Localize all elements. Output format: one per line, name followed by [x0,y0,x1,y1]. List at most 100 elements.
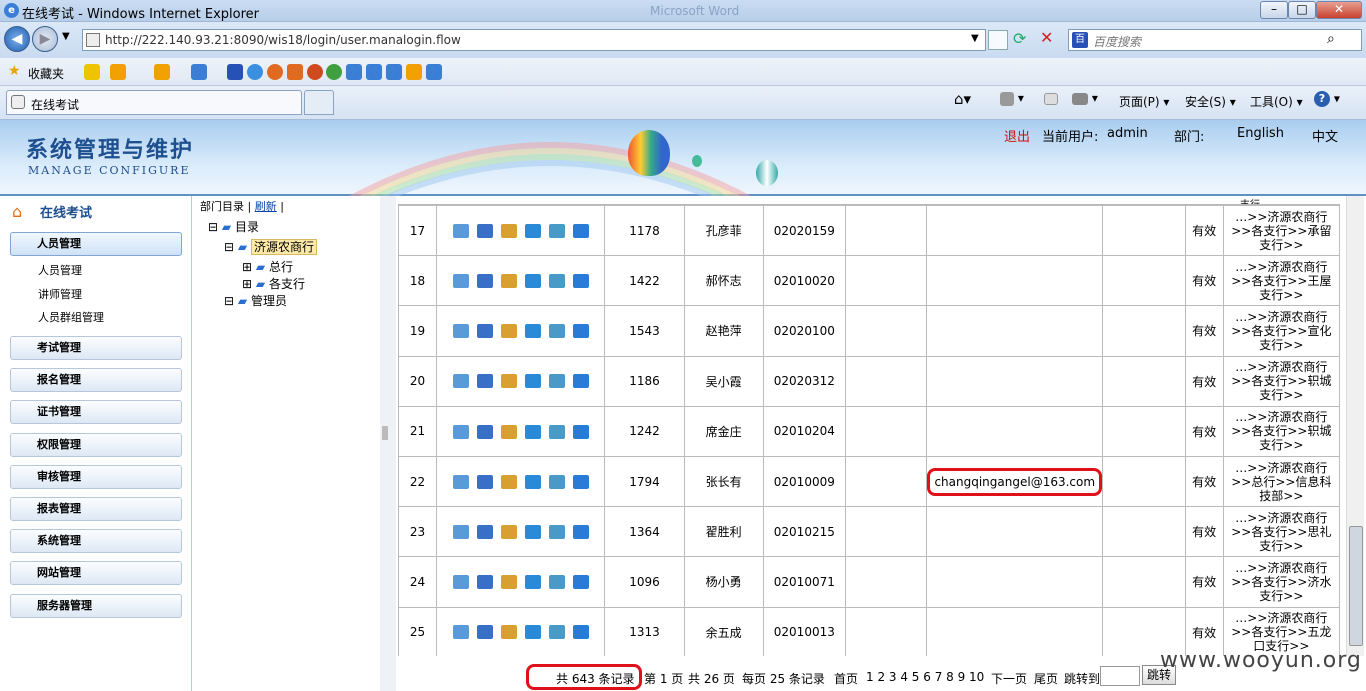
copy-icon[interactable] [524,474,541,489]
favorites-label[interactable]: 收藏夹 [28,65,64,82]
view-icon[interactable] [476,274,493,289]
add-favorite-icon[interactable] [84,64,100,80]
home-icon[interactable]: ⌂▾ [954,90,971,108]
calendar-icon[interactable] [548,274,565,289]
link-icon-1[interactable] [247,64,264,80]
calendar-icon[interactable] [548,474,565,489]
delete-icon[interactable] [572,274,589,289]
vertical-scrollbar[interactable] [1346,196,1364,656]
edit-icon[interactable] [500,324,517,339]
tab-active[interactable]: 在线考试 [6,90,302,115]
edit-icon[interactable] [500,424,517,439]
goto-page-input[interactable] [1100,666,1140,686]
link-icon-4[interactable] [306,64,323,80]
splitter-handle[interactable] [380,196,396,691]
delete-icon[interactable] [572,223,589,238]
link-icon-5[interactable] [326,64,343,80]
safety-menu[interactable]: 安全(S) ▾ [1185,93,1236,110]
print-icon[interactable]: ▾ [1072,91,1098,105]
tree-admin[interactable]: ⊟ ▰ 管理员 [224,292,287,309]
page-number-links[interactable]: 1 2 3 4 5 6 7 8 9 10 [866,670,984,684]
first-page-link[interactable]: 首页 [834,670,858,687]
search-icon[interactable]: ⌕ [1327,31,1335,47]
bing-icon-2[interactable] [153,64,170,80]
minimize-button[interactable]: – [1260,1,1288,19]
mail-icon[interactable] [1044,91,1058,105]
link-icon-9[interactable] [405,64,422,80]
forward-button[interactable]: ▶ [32,26,58,52]
key-icon[interactable] [452,524,469,539]
link-icon-7[interactable] [366,64,383,80]
address-dropdown-icon[interactable]: ▼ [971,33,979,44]
refresh-icon[interactable]: ⟳ [1013,29,1026,48]
history-dropdown-icon[interactable]: ▼ [62,31,70,42]
menu-report[interactable]: 报表管理 [10,497,182,521]
collapse-arrow-icon[interactable] [382,426,388,440]
link-icon-3[interactable] [286,64,303,80]
ie-link-icon[interactable] [191,64,208,80]
view-icon[interactable] [476,524,493,539]
delete-icon[interactable] [572,374,589,389]
view-icon[interactable] [476,424,493,439]
lang-english[interactable]: English [1237,126,1284,141]
menu-website[interactable]: 网站管理 [10,561,182,585]
edit-icon[interactable] [500,474,517,489]
menu-personnel[interactable]: 人员管理 [10,232,182,256]
menu-server[interactable]: 服务器管理 [10,594,182,618]
menu-signup[interactable]: 报名管理 [10,368,182,392]
edit-icon[interactable] [500,374,517,389]
key-icon[interactable] [452,625,469,640]
address-bar[interactable]: http://222.140.93.21:8090/wis18/login/us… [82,29,986,51]
compat-view-icon[interactable] [988,30,1008,50]
back-button[interactable]: ◀ [4,26,30,52]
copy-icon[interactable] [524,424,541,439]
calendar-icon[interactable] [548,324,565,339]
view-icon[interactable] [476,575,493,590]
refresh-link[interactable]: 刷新 [255,200,277,213]
edit-icon[interactable] [500,524,517,539]
view-icon[interactable] [476,324,493,339]
calendar-icon[interactable] [548,524,565,539]
delete-icon[interactable] [572,625,589,640]
key-icon[interactable] [452,424,469,439]
copy-icon[interactable] [524,274,541,289]
link-icon-6[interactable] [346,64,363,80]
copy-icon[interactable] [524,524,541,539]
url-text[interactable]: http://222.140.93.21:8090/wis18/login/us… [105,33,461,47]
edit-icon[interactable] [500,625,517,640]
logout-link[interactable]: 退出 [1004,126,1030,145]
sub-item-lecturer[interactable]: 讲师管理 [38,286,82,302]
menu-system[interactable]: 系统管理 [10,529,182,553]
copy-icon[interactable] [524,575,541,590]
menu-audit[interactable]: 审核管理 [10,465,182,489]
view-icon[interactable] [476,223,493,238]
menu-permission[interactable]: 权限管理 [10,433,182,457]
bing-icon[interactable] [109,64,126,80]
lang-chinese[interactable]: 中文 [1312,126,1338,145]
help-icon[interactable]: ? ▾ [1314,91,1340,107]
key-icon[interactable] [452,474,469,489]
calendar-icon[interactable] [548,575,565,590]
calendar-icon[interactable] [548,625,565,640]
tree-branch-head[interactable]: ⊞ ▰ 总行 [242,258,293,275]
calendar-icon[interactable] [548,223,565,238]
link-icon-2[interactable] [266,64,283,80]
copy-icon[interactable] [524,625,541,640]
scroll-thumb[interactable] [1349,526,1363,646]
sub-item-personnel[interactable]: 人员管理 [38,262,82,278]
calendar-icon[interactable] [548,424,565,439]
delete-icon[interactable] [572,474,589,489]
copy-icon[interactable] [524,223,541,238]
view-icon[interactable] [476,474,493,489]
key-icon[interactable] [452,324,469,339]
tools-menu[interactable]: 工具(O) ▾ [1250,93,1303,110]
copy-icon[interactable] [524,324,541,339]
tree-bank[interactable]: ⊟ ▰ 济源农商行 [224,238,317,255]
delete-icon[interactable] [572,324,589,339]
page-menu[interactable]: 页面(P) ▾ [1119,93,1169,110]
tree-root[interactable]: ⊟ ▰ 目录 [208,218,259,235]
maximize-button[interactable]: □ [1288,1,1316,19]
key-icon[interactable] [452,274,469,289]
menu-certificate[interactable]: 证书管理 [10,400,182,424]
link-icon-10[interactable] [425,64,442,80]
